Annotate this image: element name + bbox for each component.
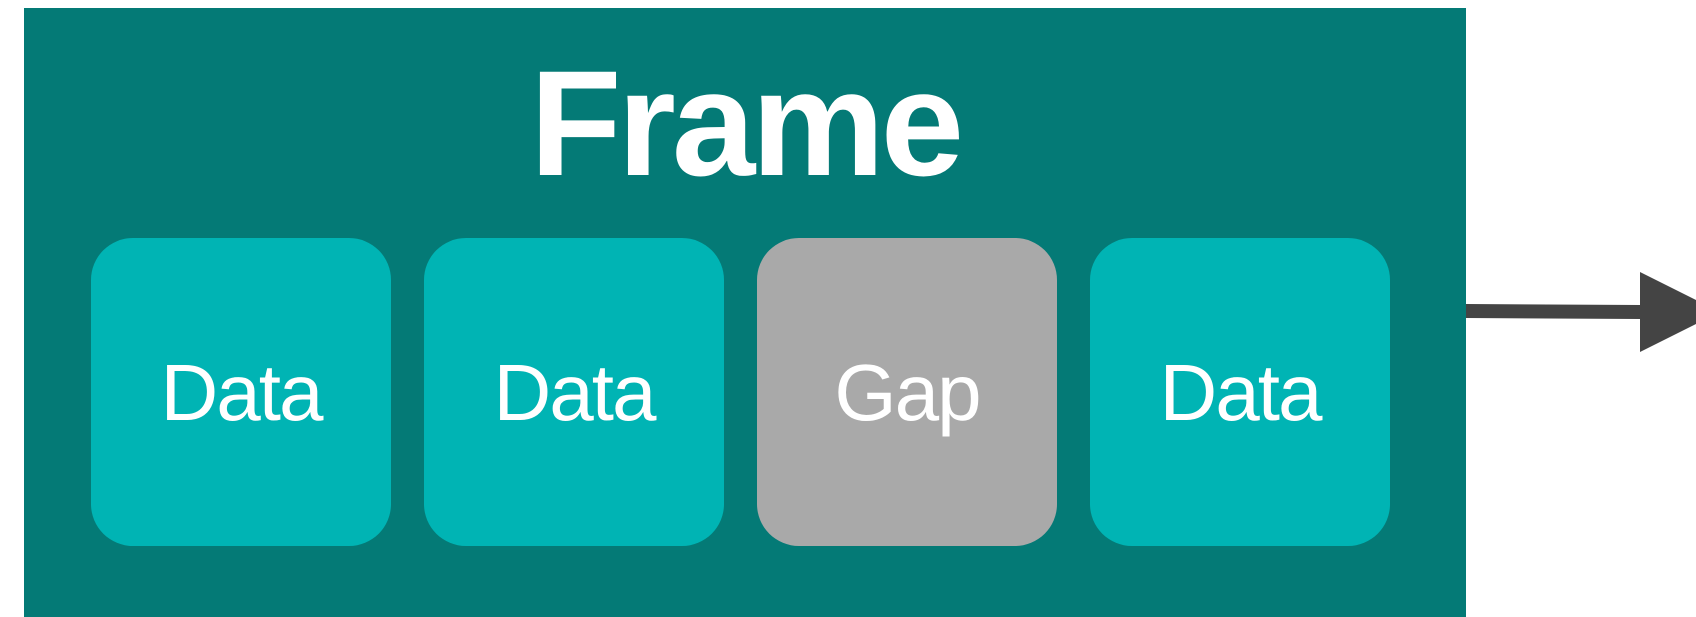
data-block-3: Data	[1090, 238, 1390, 546]
arrow-head	[1640, 272, 1696, 352]
data-block-1-label: Data	[160, 348, 324, 437]
frame-title: Frame	[529, 39, 964, 207]
gap-block-label: Gap	[834, 348, 981, 437]
right-arrow-icon	[1466, 272, 1696, 352]
data-block-3-label: Data	[1159, 348, 1323, 437]
data-block-1: Data	[91, 238, 391, 546]
arrow-shaft	[1466, 304, 1641, 319]
data-block-2: Data	[424, 238, 724, 546]
gap-block: Gap	[757, 238, 1057, 546]
data-block-2-label: Data	[493, 348, 657, 437]
frame-container: Frame Data Data Gap Data	[24, 8, 1466, 617]
